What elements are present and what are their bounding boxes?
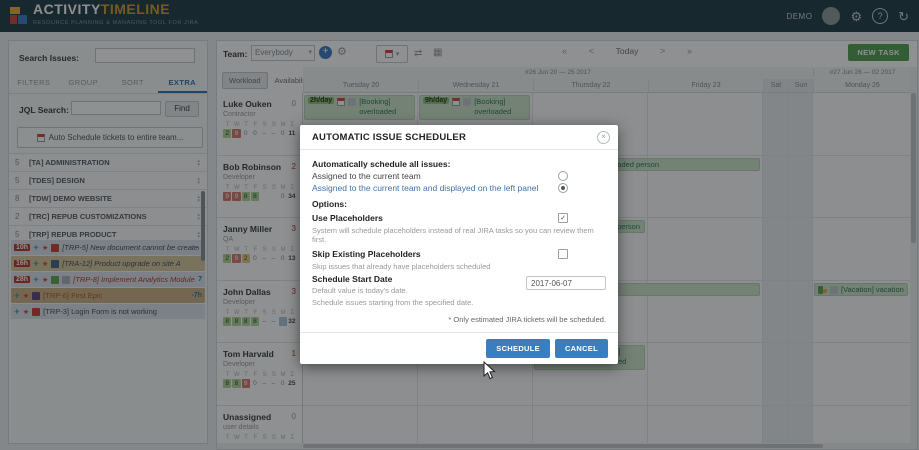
schedule-all-issues-heading: Automatically schedule all issues: (312, 159, 606, 169)
cancel-button[interactable]: CANCEL (555, 339, 608, 358)
radio-team-left-panel-label: Assigned to the current team and display… (312, 183, 538, 193)
schedule-start-date-desc2: Schedule issues starting from the specif… (312, 298, 606, 307)
automatic-issue-scheduler-modal: AUTOMATIC ISSUE SCHEDULER × Automaticall… (300, 125, 618, 364)
use-placeholders-checkbox[interactable]: ✓ (558, 213, 568, 223)
options-heading: Options: (312, 199, 606, 209)
schedule-button[interactable]: SCHEDULE (486, 339, 550, 358)
skip-placeholders-checkbox[interactable] (558, 249, 568, 259)
skip-placeholders-desc: Skip issues that already have placeholde… (312, 262, 606, 271)
start-date-input[interactable] (526, 276, 606, 290)
radio-team-left-panel[interactable] (558, 183, 568, 193)
use-placeholders-label: Use Placeholders (312, 213, 383, 223)
estimated-tickets-note: * Only estimated JIRA tickets will be sc… (312, 315, 606, 324)
radio-current-team-label: Assigned to the current team (312, 171, 421, 181)
mouse-cursor (483, 361, 497, 381)
modal-title: AUTOMATIC ISSUE SCHEDULER (312, 132, 466, 143)
close-icon[interactable]: × (597, 131, 610, 144)
use-placeholders-desc: System will schedule placeholders instea… (312, 226, 606, 244)
skip-placeholders-label: Skip Existing Placeholders (312, 249, 421, 259)
radio-current-team[interactable] (558, 171, 568, 181)
activity-timeline-app: ACTIVITYTIMELINE RESOURCE PLANNING & MAN… (0, 0, 919, 450)
